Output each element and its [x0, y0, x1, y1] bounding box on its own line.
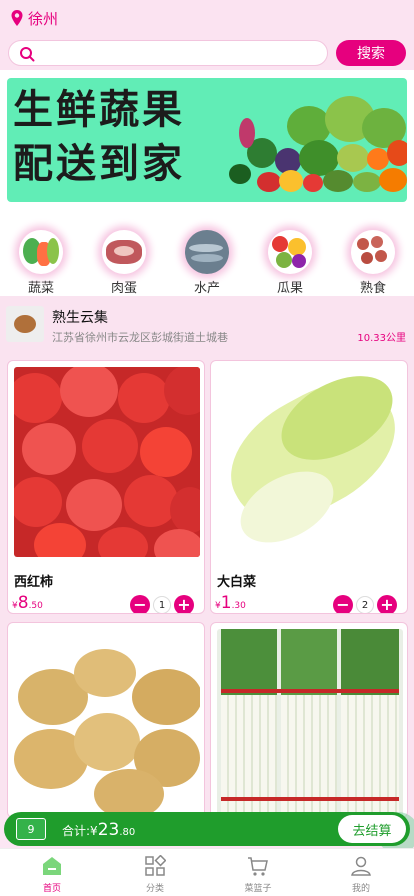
tab-bar: 首页 分类 菜篮子 我的 — [0, 848, 414, 896]
product-price: ¥8.50 — [12, 593, 43, 613]
location-pin-icon — [11, 10, 23, 26]
product-image-scallion — [217, 629, 403, 817]
store-name: 熟生云集 — [52, 310, 108, 326]
cart-total: 合计:¥23.80 — [62, 820, 136, 840]
category-row: 蔬菜 肉蛋 水产 瓜果 熟食 — [0, 210, 414, 296]
store-logo — [6, 306, 44, 342]
category-fruits[interactable]: 瓜果 — [257, 210, 323, 296]
store-address: 江苏省徐州市云龙区彭城街道土城巷 — [52, 331, 228, 344]
product-name: 大白菜 — [217, 575, 257, 590]
search-input[interactable] — [8, 40, 328, 66]
product-image-tomato — [14, 367, 200, 557]
category-label: 水产 — [193, 281, 220, 296]
category-cooked-food[interactable]: 熟食 — [340, 210, 406, 296]
banner: 生鲜蔬果 配送到家 — [0, 70, 414, 210]
product-card[interactable] — [210, 622, 408, 818]
tab-label: 菜篮子 — [244, 884, 272, 894]
tab-mine[interactable]: 我的 — [326, 855, 396, 894]
tab-label: 我的 — [351, 884, 370, 894]
store-distance: 10.33公里 — [357, 333, 406, 344]
quantity-value: 1 — [153, 596, 171, 613]
category-label: 瓜果 — [276, 281, 303, 296]
tab-basket[interactable]: 菜篮子 — [223, 855, 293, 894]
category-label: 蔬菜 — [27, 281, 54, 296]
increase-button[interactable]: + — [377, 595, 397, 613]
home-icon — [43, 857, 61, 875]
store-info[interactable]: 熟生云集 江苏省徐州市云龙区彭城街道土城巷 10.33公里 — [0, 296, 414, 352]
search-row: 搜索 — [0, 36, 414, 70]
increase-button[interactable]: + — [174, 595, 194, 613]
location-text: 徐州 — [28, 9, 59, 28]
quantity-value: 2 — [356, 596, 374, 613]
category-label: 肉蛋 — [110, 281, 137, 296]
grid-icon — [145, 855, 166, 876]
decrease-button[interactable]: − — [130, 595, 150, 613]
category-meat-eggs[interactable]: 肉蛋 — [91, 210, 157, 296]
product-image-potato — [14, 629, 200, 817]
banner-image[interactable]: 生鲜蔬果 配送到家 — [7, 78, 407, 202]
fish-icon — [185, 230, 229, 274]
cart-bar[interactable]: 9 合计:¥23.80 去结算 — [4, 812, 410, 846]
tab-label: 分类 — [145, 884, 164, 894]
product-image-cabbage — [217, 367, 403, 557]
location-bar[interactable]: 徐州 — [0, 0, 414, 36]
sausage-icon — [351, 230, 395, 274]
search-button[interactable]: 搜索 — [336, 40, 406, 66]
banner-title-line1: 生鲜蔬果 — [13, 86, 185, 133]
cart-count-badge: 9 — [16, 818, 46, 840]
banner-title-line2: 配送到家 — [13, 140, 185, 187]
vegetables-icon — [19, 230, 63, 274]
quantity-stepper: − 2 + — [333, 595, 397, 613]
checkout-button[interactable]: 去结算 — [338, 815, 406, 843]
user-icon — [351, 856, 371, 876]
tab-category[interactable]: 分类 — [120, 855, 190, 894]
tab-label: 首页 — [42, 884, 61, 894]
category-seafood[interactable]: 水产 — [174, 210, 240, 296]
meat-icon — [102, 230, 146, 274]
product-card[interactable] — [7, 622, 205, 818]
cart-icon — [248, 857, 268, 876]
category-label: 熟食 — [359, 281, 386, 296]
product-price: ¥1.30 — [215, 593, 246, 613]
quantity-stepper: − 1 + — [130, 595, 194, 613]
tab-home[interactable]: 首页 — [17, 855, 87, 894]
search-icon — [20, 47, 35, 62]
category-vegetables[interactable]: 蔬菜 — [8, 210, 74, 296]
product-card[interactable]: 大白菜 ¥1.30 − 2 + — [210, 360, 408, 614]
product-name: 西红柿 — [14, 575, 54, 590]
product-grid: 西红柿 ¥8.50 − 1 + 大白菜 ¥1.30 − 2 + — [0, 352, 414, 854]
decrease-button[interactable]: − — [333, 595, 353, 613]
fruits-icon — [268, 230, 312, 274]
product-card[interactable]: 西红柿 ¥8.50 − 1 + — [7, 360, 205, 614]
